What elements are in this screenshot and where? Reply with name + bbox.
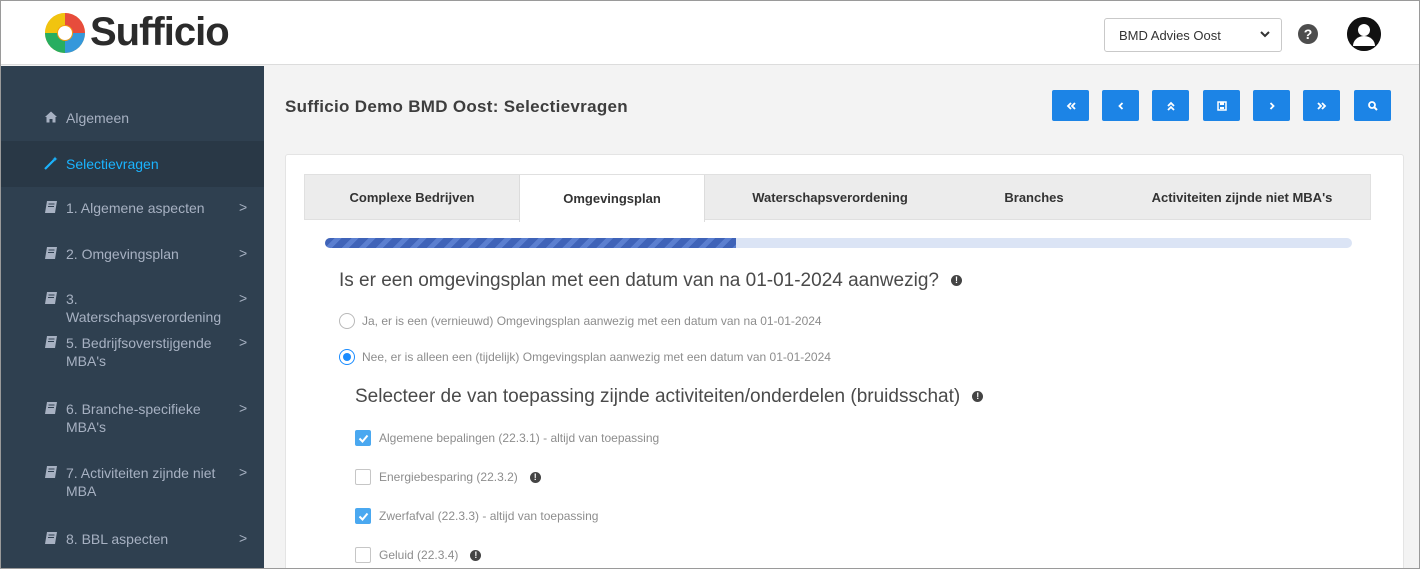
checkbox[interactable] xyxy=(355,508,371,524)
info-icon[interactable]: ! xyxy=(529,471,541,483)
user-avatar-icon[interactable] xyxy=(1347,17,1381,51)
double-chevron-left-button[interactable] xyxy=(1052,90,1089,121)
book-icon xyxy=(45,336,57,348)
tab-bar: Complexe Bedrijven Omgevingsplan Waterscha… xyxy=(304,174,1371,222)
sidebar-item[interactable]: 2. Omgevingsplan > xyxy=(1,245,264,271)
question-title: Is er een omgevingsplan met een datum va… xyxy=(339,270,962,292)
chevron-right-icon: > xyxy=(239,464,248,480)
checkbox-option[interactable]: Energiebesparing (22.3.2)! xyxy=(355,469,541,485)
double-chevron-right-icon xyxy=(1316,101,1326,110)
book-icon xyxy=(45,532,57,544)
radio-label: Ja, er is een (vernieuwd) Omgevingsplan … xyxy=(362,314,822,328)
book-icon xyxy=(45,247,57,259)
sidebar: Algemeen Selectievragen 1. Algemene aspect… xyxy=(1,66,264,568)
book-icon xyxy=(45,466,57,478)
main-content: Sufficio Demo BMD Oost: Selectievragen C… xyxy=(264,66,1419,568)
chevron-right-icon xyxy=(1269,101,1275,110)
info-icon[interactable]: ! xyxy=(470,549,482,561)
double-chevron-up-icon xyxy=(1166,101,1175,111)
sidebar-item-label: 3. Waterschapsverordening xyxy=(66,291,222,325)
checkbox-option[interactable]: Zwerfafval (22.3.3) - altijd van toepass… xyxy=(355,508,598,524)
save-button[interactable] xyxy=(1203,90,1240,121)
checkmark-icon xyxy=(358,512,368,521)
sidebar-item-label: 6. Branche-specifieke MBA's xyxy=(66,401,201,435)
sidebar-item-label: 8. BBL aspecten xyxy=(66,531,169,547)
app-window: Sufficio BMD Advies Oost ? Algemeen Selec… xyxy=(0,0,1420,569)
sidebar-item[interactable]: 6. Branche-specifieke MBA's > xyxy=(1,400,264,440)
sidebar-item[interactable]: Selectievragen xyxy=(1,141,264,187)
magic-wand-icon xyxy=(44,156,58,170)
tab-2[interactable]: Omgevingsplan xyxy=(519,175,705,222)
sidebar-item[interactable]: 8. BBL aspecten > xyxy=(1,530,264,556)
radio-option[interactable]: Ja, er is een (vernieuwd) Omgevingsplan … xyxy=(339,313,822,329)
organization-select[interactable]: BMD Advies Oost xyxy=(1104,18,1282,52)
search-icon xyxy=(1367,100,1378,111)
checkbox-label: Zwerfafval (22.3.3) - altijd van toepass… xyxy=(379,509,599,523)
checkbox-option[interactable]: Algemene bepalingen (22.3.1) - altijd va… xyxy=(355,430,659,446)
chevron-left-button[interactable] xyxy=(1102,90,1139,121)
tab-3[interactable]: Waterschapsverordening xyxy=(705,175,955,220)
radio-label: Nee, er is alleen een (tijdelijk) Omgevi… xyxy=(362,350,831,364)
checkmark-icon xyxy=(358,434,368,443)
question-circle-icon[interactable]: ? xyxy=(1298,24,1318,44)
sidebar-item-label: 2. Omgevingsplan xyxy=(66,246,179,262)
tab-1[interactable]: Complexe Bedrijven xyxy=(305,175,519,220)
chevron-right-icon: > xyxy=(239,334,248,350)
radio-button[interactable] xyxy=(339,349,355,365)
checkbox[interactable] xyxy=(355,430,371,446)
sidebar-item[interactable]: 1. Algemene aspecten > xyxy=(1,199,264,225)
top-bar: Sufficio BMD Advies Oost ? xyxy=(1,1,1419,65)
chevron-down-icon xyxy=(1260,31,1270,38)
progress-bar xyxy=(325,238,1352,248)
search-button[interactable] xyxy=(1354,90,1391,121)
book-icon xyxy=(45,292,57,304)
checkbox[interactable] xyxy=(355,469,371,485)
tab-4[interactable]: Branches xyxy=(955,175,1113,220)
progress-bar-fill xyxy=(325,238,736,248)
chevron-right-icon: > xyxy=(239,400,248,416)
radio-option[interactable]: Nee, er is alleen een (tijdelijk) Omgevi… xyxy=(339,349,831,365)
checkbox[interactable] xyxy=(355,547,371,563)
tab-5[interactable]: Activiteiten zijnde niet MBA's xyxy=(1113,175,1371,220)
radio-button[interactable] xyxy=(339,313,355,329)
organization-select-value: BMD Advies Oost xyxy=(1119,27,1221,43)
chevron-left-icon xyxy=(1117,101,1123,110)
question-card: Complexe Bedrijven Omgevingsplan Waterscha… xyxy=(285,154,1404,568)
subquestion-text: Selecteer de van toepassing zijnde activ… xyxy=(355,386,961,407)
info-icon[interactable]: ! xyxy=(950,275,962,287)
app-logo[interactable]: Sufficio xyxy=(43,10,230,55)
book-icon xyxy=(45,201,57,213)
double-chevron-right-button[interactable] xyxy=(1303,90,1340,121)
sidebar-item-label: Algemeen xyxy=(66,110,130,126)
info-icon[interactable]: ! xyxy=(972,391,984,403)
double-chevron-up-button[interactable] xyxy=(1152,90,1189,121)
sidebar-item-label: 7. Activiteiten zijnde niet MBA xyxy=(66,465,216,499)
chevron-right-icon: > xyxy=(239,530,248,546)
sidebar-item[interactable]: Algemeen xyxy=(1,109,264,135)
sufficio-logo-icon xyxy=(45,12,85,53)
sidebar-item[interactable]: 3. Waterschapsverordening > xyxy=(1,290,264,325)
page-title: Sufficio Demo BMD Oost: Selectievragen xyxy=(285,97,628,116)
save-icon xyxy=(1216,100,1227,111)
checkbox-label: Geluid (22.3.4) xyxy=(379,548,459,562)
subquestion-title: Selecteer de van toepassing zijnde activ… xyxy=(355,386,984,408)
sidebar-item-label: Selectievragen xyxy=(66,156,159,172)
app-name: Sufficio xyxy=(90,10,230,54)
chevron-right-icon: > xyxy=(239,290,248,306)
checkbox-label: Algemene bepalingen (22.3.1) - altijd va… xyxy=(379,431,660,445)
sidebar-item[interactable]: 5. Bedrijfsoverstijgende MBA's > xyxy=(1,334,264,374)
sidebar-item[interactable]: 7. Activiteiten zijnde niet MBA > xyxy=(1,464,264,504)
checkbox-option[interactable]: Geluid (22.3.4)! xyxy=(355,547,482,563)
chevron-right-icon: > xyxy=(239,245,248,261)
checkbox-label: Energiebesparing (22.3.2) xyxy=(379,470,518,484)
book-icon xyxy=(45,402,57,414)
sidebar-item-label: 1. Algemene aspecten xyxy=(66,200,205,216)
question-text: Is er een omgevingsplan met een datum va… xyxy=(339,270,939,291)
chevron-right-icon: > xyxy=(239,199,248,215)
home-icon xyxy=(45,111,57,123)
chevron-right-button[interactable] xyxy=(1253,90,1290,121)
double-chevron-left-icon xyxy=(1066,101,1076,110)
sidebar-item-label: 5. Bedrijfsoverstijgende MBA's xyxy=(66,335,212,369)
